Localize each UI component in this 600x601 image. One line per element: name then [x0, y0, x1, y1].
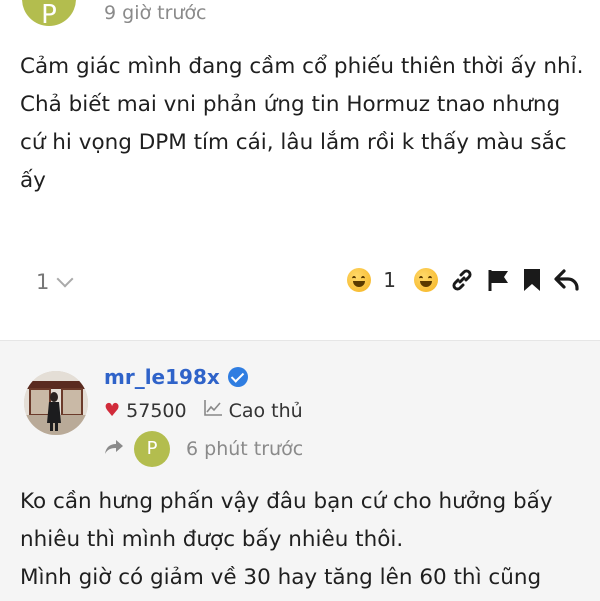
post-2: mr_le198x ♥ 57500 Cao thủ P 6 phút trước… — [0, 340, 600, 601]
add-reaction-icon[interactable] — [414, 268, 438, 292]
reaction-count: 1 — [383, 268, 396, 292]
bookmark-icon[interactable] — [522, 268, 542, 292]
post-1: P 9 giờ trước Cảm giác mình đang cầm cổ … — [0, 0, 600, 340]
flag-icon[interactable] — [486, 268, 510, 292]
avatar-letter: P — [41, 0, 57, 30]
heart-icon: ♥ — [104, 400, 121, 421]
reply-to[interactable]: P 6 phút trước — [104, 431, 303, 467]
post-body: Ko cần hưng phấn vậy đâu bạn cứ cho hưởn… — [20, 483, 590, 597]
post-actions: 1 — [347, 268, 580, 292]
post-time[interactable]: 9 giờ trước — [104, 2, 207, 24]
chart-icon — [203, 399, 223, 422]
points-value: 57500 — [126, 399, 187, 422]
reply-avatar[interactable]: P — [134, 431, 170, 467]
user-stats: ♥ 57500 Cao thủ — [104, 399, 303, 422]
post-body-text: Cảm giác mình đang cầm cổ phiếu thiên th… — [20, 54, 584, 193]
avatar[interactable]: P — [22, 0, 76, 30]
laughing-emoji-icon[interactable] — [347, 268, 372, 292]
link-icon[interactable] — [450, 268, 474, 292]
post-body-line: Ko cần hưng phấn vậy đâu bạn cứ cho hưởn… — [20, 489, 553, 552]
avatar-photo-image — [24, 371, 88, 435]
post-body: Cảm giác mình đang cầm cổ phiếu thiên th… — [20, 48, 585, 200]
post-body-line: Mình giờ có giảm về 30 hay tăng lên 60 t… — [20, 565, 542, 590]
username-text[interactable]: mr_le198x — [104, 365, 220, 389]
verified-badge-icon — [227, 367, 248, 387]
username[interactable]: mr_le198x — [104, 365, 248, 389]
rank-label: Cao thủ — [228, 399, 303, 422]
chevron-down-icon[interactable] — [56, 270, 74, 288]
vote-count-value: 1 — [36, 270, 50, 294]
avatar[interactable] — [24, 371, 88, 435]
reply-icon[interactable] — [554, 268, 580, 292]
share-arrow-icon — [104, 438, 124, 460]
vote-count[interactable]: 1 — [36, 270, 74, 294]
post-time[interactable]: 6 phút trước — [186, 438, 303, 460]
